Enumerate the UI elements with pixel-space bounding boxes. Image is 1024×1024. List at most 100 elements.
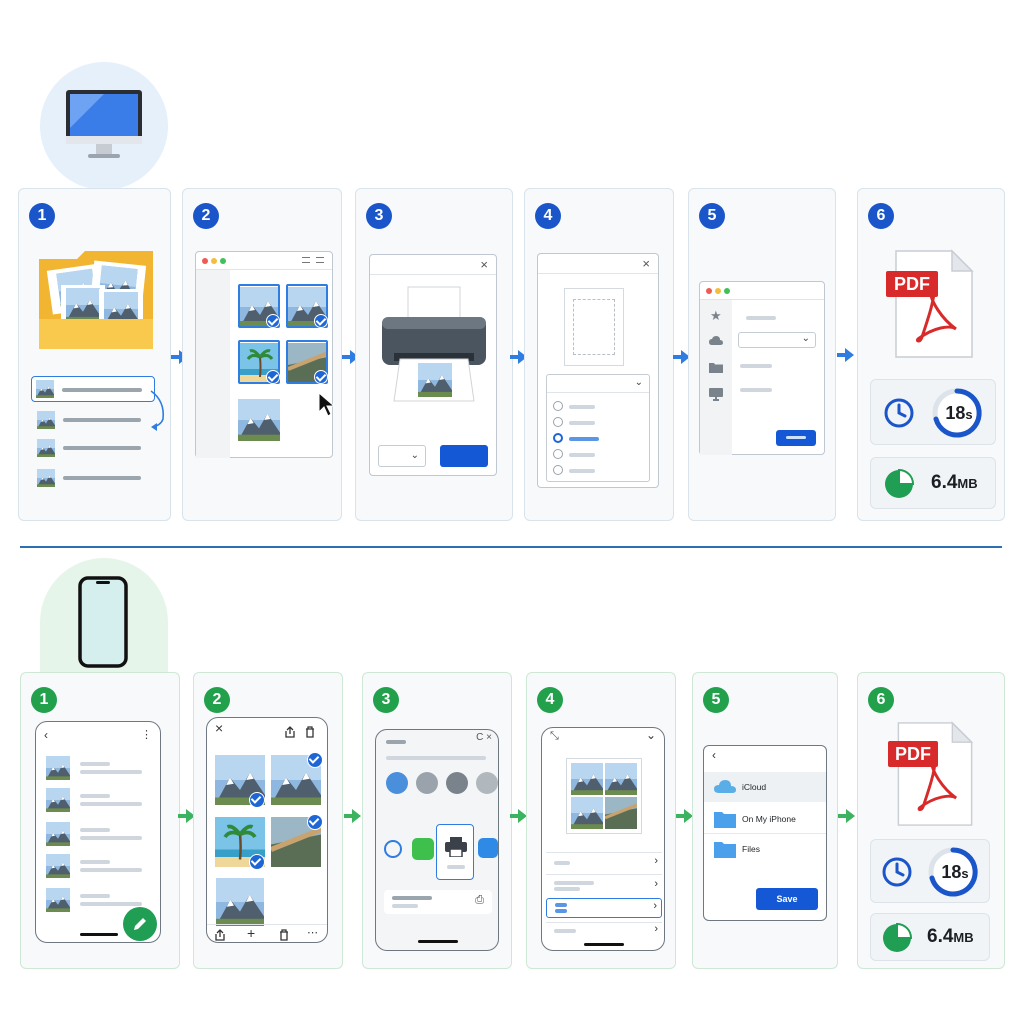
option-row[interactable]: › xyxy=(546,874,662,896)
more-icon[interactable]: ⋮ xyxy=(141,728,152,741)
location-label: Files xyxy=(742,844,760,854)
layout-dropdown[interactable]: ⌄ xyxy=(546,374,650,482)
print-preview xyxy=(566,758,642,834)
more-icon[interactable]: ⋯ xyxy=(307,926,318,939)
phone-step-2-card: 2 × + ⋯ xyxy=(193,672,343,969)
pdf-document-icon xyxy=(896,721,974,827)
pdf-label: PDF xyxy=(888,741,938,767)
checkmark-icon xyxy=(249,792,265,808)
contact-avatar[interactable] xyxy=(446,772,468,794)
radio-option[interactable] xyxy=(553,401,643,413)
phone-icon-badge xyxy=(40,558,168,674)
chevron-down-icon[interactable]: ⌄ xyxy=(646,728,656,742)
print-icon-small: ⎙ xyxy=(475,894,484,906)
close-icon[interactable]: C × xyxy=(476,732,492,743)
print-action[interactable] xyxy=(436,824,474,880)
star-icon[interactable]: ★ xyxy=(710,308,722,324)
cloud-icon xyxy=(714,780,736,793)
pdf-document-icon xyxy=(894,249,974,359)
file-list-item[interactable] xyxy=(35,467,145,489)
time-value: 18s xyxy=(945,403,973,423)
checkmark-icon xyxy=(314,314,328,328)
contact-avatar[interactable] xyxy=(386,772,408,794)
list-item[interactable] xyxy=(46,756,152,780)
arrow-right-icon xyxy=(838,807,856,825)
size-value: 6.4MB xyxy=(931,472,978,493)
messages-icon[interactable] xyxy=(412,838,434,860)
radio-option[interactable] xyxy=(553,417,643,429)
phone-step-3-card: 3 C × ⎙ xyxy=(362,672,512,969)
clock-icon xyxy=(884,398,914,428)
airdrop-icon[interactable] xyxy=(384,840,402,858)
mail-icon[interactable] xyxy=(478,838,498,858)
cloud-icon[interactable] xyxy=(709,336,723,346)
printer-select[interactable]: ⌄ xyxy=(378,445,426,467)
size-value: 6.4MB xyxy=(927,926,974,947)
location-select[interactable]: ⌄ xyxy=(738,332,816,348)
collapse-icon[interactable]: ⤡ xyxy=(550,730,559,743)
close-icon[interactable]: × xyxy=(642,256,650,271)
save-location-screen: ‹ iCloud On My iPhone Files Save xyxy=(703,745,827,921)
back-icon[interactable]: ‹ xyxy=(712,748,716,762)
chevron-down-icon: ⌄ xyxy=(801,333,810,344)
desktop-step-2-card: 2 xyxy=(182,188,342,521)
close-icon[interactable]: × xyxy=(480,257,488,272)
step-number-badge: 3 xyxy=(373,687,399,713)
close-icon[interactable]: × xyxy=(215,720,223,736)
menu-icon[interactable] xyxy=(316,257,324,263)
bottom-toolbar: + ⋯ xyxy=(207,924,327,942)
contact-avatar[interactable] xyxy=(476,772,498,794)
desktop-step-1-card: 1 xyxy=(18,188,171,521)
pie-chart-icon xyxy=(882,923,912,953)
list-item[interactable] xyxy=(46,788,152,812)
home-indicator xyxy=(418,940,458,943)
location-on-my-iphone[interactable]: On My iPhone xyxy=(704,804,826,834)
add-icon[interactable]: + xyxy=(247,925,255,941)
file-list-item-selected[interactable] xyxy=(31,376,155,402)
option-row[interactable]: › xyxy=(546,852,662,872)
trash-icon[interactable] xyxy=(305,726,315,738)
share-icon[interactable] xyxy=(215,929,225,941)
action-row[interactable]: ⎙ xyxy=(384,890,492,914)
list-view-icon[interactable] xyxy=(302,257,310,263)
print-dialog: × ⌄ xyxy=(369,254,497,476)
edit-fab[interactable] xyxy=(123,907,157,941)
back-icon[interactable]: ‹ xyxy=(44,728,48,742)
option-row-selected[interactable]: › xyxy=(546,898,662,918)
list-item[interactable] xyxy=(46,854,152,878)
save-button[interactable] xyxy=(776,430,816,446)
radio-option[interactable] xyxy=(553,465,643,477)
file-list-item[interactable] xyxy=(35,409,145,431)
monitor-icon[interactable] xyxy=(709,388,723,401)
location-files[interactable]: Files xyxy=(704,834,826,864)
step-number-badge: 5 xyxy=(703,687,729,713)
radio-option[interactable] xyxy=(553,449,643,461)
photo-folder-icon xyxy=(39,251,153,349)
print-options-dialog: × ⌄ xyxy=(537,253,659,488)
smartphone-icon xyxy=(78,576,128,668)
step-number-badge: 4 xyxy=(537,687,563,713)
photo-thumbnail[interactable] xyxy=(238,398,280,442)
save-button[interactable]: Save xyxy=(756,888,818,910)
phone-step-4-card: 4 ⤡ ⌄ › › › › xyxy=(526,672,676,969)
list-item[interactable] xyxy=(46,822,152,846)
print-button[interactable] xyxy=(440,445,488,467)
photo-viewer-window xyxy=(195,251,336,458)
photo-thumbnail[interactable] xyxy=(215,878,265,926)
contact-avatar[interactable] xyxy=(416,772,438,794)
file-list-item[interactable] xyxy=(35,437,145,459)
checkmark-icon xyxy=(314,370,328,384)
printer-icon xyxy=(445,837,467,857)
move-arrow-icon xyxy=(150,390,165,431)
trash-icon[interactable] xyxy=(279,929,289,941)
arrow-right-icon xyxy=(837,346,855,364)
radio-option-selected[interactable] xyxy=(553,433,643,445)
print-options-screen: ⤡ ⌄ › › › › xyxy=(541,727,665,951)
share-icon[interactable] xyxy=(285,726,295,738)
folder-icon xyxy=(714,842,736,858)
phone-photo-grid: × + ⋯ xyxy=(206,717,328,943)
size-stat: 6.4MB xyxy=(870,913,990,961)
folder-icon[interactable] xyxy=(709,362,723,373)
location-icloud[interactable]: iCloud xyxy=(704,772,826,802)
option-row[interactable]: › xyxy=(546,922,662,938)
